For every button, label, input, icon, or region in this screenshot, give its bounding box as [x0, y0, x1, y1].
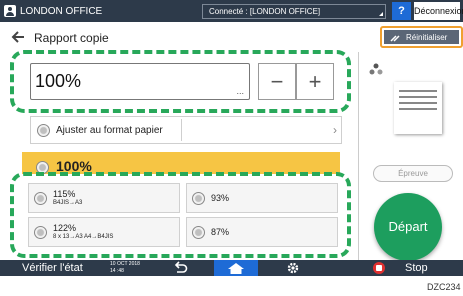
chevron-right-icon: › — [333, 123, 337, 137]
fit-radio[interactable] — [37, 123, 50, 137]
date-text: 10 OCT 2018 — [110, 261, 140, 267]
selected-ratio-row[interactable]: 100% — [22, 152, 340, 174]
undo-arrow-icon[interactable] — [172, 261, 188, 275]
clock: 10 OCT 2018 14 :48 — [110, 261, 140, 275]
proof-button[interactable]: Épreuve — [373, 165, 453, 182]
color-mode-icon[interactable] — [369, 63, 383, 75]
logout-button[interactable]: Déconnexion — [414, 2, 463, 20]
user-icon — [4, 5, 16, 17]
preview-line — [399, 90, 437, 92]
reset-button[interactable]: Réinitialiser — [380, 26, 463, 48]
back-arrow-icon[interactable] — [8, 27, 28, 47]
user-indicator[interactable]: LONDON OFFICE — [4, 3, 102, 19]
preview-line — [399, 102, 437, 104]
moon-icon[interactable] — [455, 4, 463, 18]
preview-line — [399, 108, 437, 110]
fit-to-paper-option[interactable]: Ajuster au format papier › — [30, 116, 342, 144]
start-button[interactable]: Départ — [374, 193, 442, 261]
preview-line — [399, 96, 437, 98]
document-preview — [394, 82, 442, 134]
help-button[interactable]: ? — [392, 2, 411, 20]
highlight-frame-presets — [10, 172, 351, 258]
stop-button[interactable]: Stop — [405, 261, 428, 275]
fit-label: Ajuster au format papier — [56, 124, 163, 136]
page-title: Rapport copie — [34, 31, 109, 45]
figure-code: DZC234 — [427, 282, 461, 292]
connection-status[interactable]: Connecté : [LONDON OFFICE] — [202, 4, 386, 19]
reset-label: Réinitialiser — [406, 32, 448, 42]
highlight-frame-input — [10, 50, 351, 113]
divider — [181, 119, 182, 141]
home-button[interactable] — [214, 260, 258, 276]
gear-icon[interactable] — [286, 261, 300, 275]
home-icon — [228, 263, 244, 274]
user-label: LONDON OFFICE — [20, 5, 103, 17]
side-separator — [358, 52, 359, 260]
stop-icon[interactable] — [373, 262, 385, 274]
check-status-button[interactable]: Vérifier l'état — [22, 261, 83, 275]
eraser-icon — [390, 35, 400, 42]
time-text: 14 :48 — [110, 268, 124, 274]
